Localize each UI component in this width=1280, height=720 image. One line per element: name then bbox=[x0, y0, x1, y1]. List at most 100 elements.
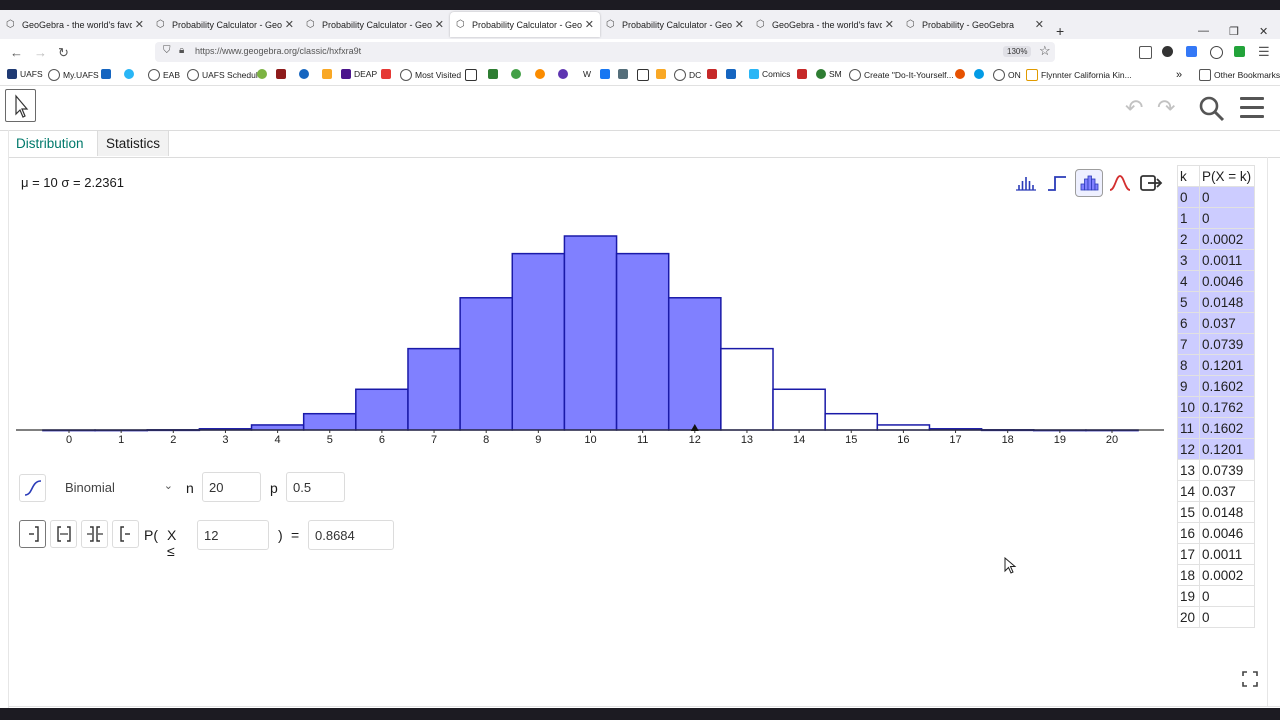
probability-table[interactable]: k P(X = k) 0 0 1 0 2 0.0002 3 0.0011 4 0.0046 5 0.0… bbox=[1177, 165, 1255, 628]
table-row[interactable]: 11 0.1602 bbox=[1177, 417, 1255, 439]
normal-overlay-button[interactable] bbox=[1106, 169, 1134, 197]
browser-tab[interactable]: ⬡ Probability Calculator - GeoGebr ✕ bbox=[600, 12, 750, 37]
table-row[interactable]: 9 0.1602 bbox=[1177, 375, 1255, 397]
url-bar[interactable]: ⛉ 🔒︎ https://www.geogebra.org/classic/hx… bbox=[155, 42, 1055, 62]
undo-icon[interactable]: ↶ bbox=[1125, 95, 1143, 121]
bookmark-item[interactable] bbox=[511, 69, 524, 79]
bookmark-item[interactable] bbox=[101, 69, 114, 79]
table-row[interactable]: 10 0.1762 bbox=[1177, 396, 1255, 418]
forward-icon[interactable]: → bbox=[34, 45, 47, 60]
histogram-button[interactable] bbox=[1075, 169, 1103, 197]
back-icon[interactable]: ← bbox=[10, 45, 23, 60]
bookmark-star-icon[interactable]: ☆ bbox=[1039, 43, 1051, 59]
table-row[interactable]: 17 0.0011 bbox=[1177, 543, 1255, 565]
bookmark-item[interactable] bbox=[299, 69, 312, 79]
bookmark-item[interactable] bbox=[955, 69, 968, 79]
browser-tab[interactable]: ⬡ Probability Calculator - GeoGebr ✕ bbox=[150, 12, 300, 37]
table-row[interactable]: 6 0.037 bbox=[1177, 312, 1255, 334]
restore-icon[interactable]: ❐ bbox=[1229, 25, 1239, 38]
close-window-icon[interactable]: ✕ bbox=[1259, 25, 1268, 38]
bookmark-item[interactable] bbox=[797, 69, 810, 79]
browser-tab-active[interactable]: ⬡ Probability Calculator - GeoGebr ✕ bbox=[450, 12, 600, 37]
bookmark-item[interactable] bbox=[974, 69, 987, 79]
close-icon[interactable]: ✕ bbox=[285, 18, 294, 31]
close-icon[interactable]: ✕ bbox=[735, 18, 744, 31]
bookmark-item[interactable]: My.UAFS bbox=[48, 69, 99, 81]
close-icon[interactable]: ✕ bbox=[1035, 18, 1044, 31]
close-icon[interactable]: ✕ bbox=[885, 18, 894, 31]
redo-icon[interactable]: ↷ bbox=[1157, 95, 1175, 121]
bookmark-item[interactable] bbox=[600, 69, 613, 79]
browser-tab[interactable]: ⬡ GeoGebra - the world's favorite ✕ bbox=[750, 12, 900, 37]
move-tool-button[interactable] bbox=[5, 89, 36, 122]
bookmark-item[interactable]: UAFS bbox=[7, 69, 43, 79]
new-tab-icon[interactable]: + bbox=[1056, 23, 1064, 39]
table-row[interactable]: 12 0.1201 bbox=[1177, 438, 1255, 460]
bookmark-item[interactable] bbox=[124, 69, 137, 79]
table-row[interactable]: 2 0.0002 bbox=[1177, 228, 1255, 250]
table-row[interactable]: 5 0.0148 bbox=[1177, 291, 1255, 313]
bookmark-item[interactable]: Comics bbox=[749, 69, 790, 79]
bookmark-item[interactable]: UAFS Schedule bbox=[187, 69, 262, 81]
bookmark-item[interactable]: Most Visited bbox=[400, 69, 461, 81]
browser-menu-icon[interactable]: ☰ bbox=[1258, 44, 1270, 60]
bookmark-item[interactable] bbox=[488, 69, 501, 79]
bookmark-item[interactable] bbox=[726, 69, 739, 79]
fullscreen-icon[interactable] bbox=[1242, 671, 1258, 687]
extension-icon[interactable] bbox=[1186, 46, 1197, 57]
tab-distribution[interactable]: Distribution bbox=[8, 130, 92, 156]
table-row[interactable]: 18 0.0002 bbox=[1177, 564, 1255, 586]
export-button[interactable] bbox=[1137, 169, 1165, 197]
extension-icon[interactable] bbox=[1210, 46, 1223, 59]
browser-tab[interactable]: ⬡ Probability Calculator - GeoGebr ✕ bbox=[300, 12, 450, 37]
browser-tab[interactable]: ⬡ GeoGebra - the world's favorite ✕ bbox=[0, 12, 150, 37]
bookmark-item[interactable] bbox=[656, 69, 669, 79]
minimize-icon[interactable]: — bbox=[1198, 25, 1209, 37]
account-icon[interactable] bbox=[1162, 46, 1173, 57]
table-row[interactable]: 15 0.0148 bbox=[1177, 501, 1255, 523]
table-row[interactable]: 00 bbox=[1177, 186, 1255, 208]
right-sided-button[interactable] bbox=[112, 520, 139, 548]
more-bookmarks-icon[interactable]: » bbox=[1176, 69, 1182, 81]
pocket-icon[interactable] bbox=[1139, 46, 1152, 59]
tab-statistics[interactable]: Statistics bbox=[97, 130, 170, 156]
two-tailed-button[interactable] bbox=[81, 520, 108, 548]
bookmark-item[interactable] bbox=[322, 69, 335, 79]
close-icon[interactable]: ✕ bbox=[135, 18, 144, 31]
search-icon[interactable] bbox=[1198, 95, 1226, 123]
cumulative-button[interactable] bbox=[1043, 169, 1071, 197]
bookmark-item[interactable]: DC bbox=[674, 69, 701, 81]
zoom-level[interactable]: 130% bbox=[1003, 46, 1032, 57]
bookmark-item[interactable]: Create "Do-It-Yourself... bbox=[849, 69, 954, 81]
bookmark-item[interactable]: ON bbox=[993, 69, 1021, 81]
table-row[interactable]: 14 0.037 bbox=[1177, 480, 1255, 502]
p-input[interactable]: 0.5 bbox=[286, 472, 345, 502]
bookmark-item[interactable]: Flynnter California Kin... bbox=[1026, 69, 1132, 81]
bookmark-item[interactable] bbox=[558, 69, 571, 79]
bookmark-item[interactable] bbox=[257, 69, 270, 79]
probability-result[interactable]: 0.8684 bbox=[308, 520, 394, 550]
n-input[interactable]: 20 bbox=[202, 472, 261, 502]
table-row[interactable]: 4 0.0046 bbox=[1177, 270, 1255, 292]
table-row[interactable]: 10 bbox=[1177, 207, 1255, 229]
table-row[interactable]: 16 0.0046 bbox=[1177, 522, 1255, 544]
left-sided-button[interactable] bbox=[19, 520, 46, 548]
other-bookmarks[interactable]: Other Bookmarks bbox=[1199, 69, 1280, 81]
table-row[interactable]: 7 0.0739 bbox=[1177, 333, 1255, 355]
cumulative-toggle-button[interactable] bbox=[19, 474, 46, 502]
extension-icon[interactable] bbox=[1234, 46, 1245, 57]
reload-icon[interactable]: ↻ bbox=[58, 45, 69, 61]
table-row[interactable]: 19 0 bbox=[1177, 585, 1255, 607]
distribution-chart[interactable]: 0 1 2 3 4 5 6 7 8 9 10 11 12 13 14 15 16 17 18 19 20 bbox=[10, 210, 1170, 454]
browser-tab[interactable]: ⬡ Probability - GeoGebra ✕ bbox=[900, 12, 1050, 37]
bookmark-item[interactable] bbox=[618, 69, 631, 79]
bookmark-item[interactable]: W bbox=[583, 69, 591, 79]
bookmark-item[interactable] bbox=[707, 69, 720, 79]
table-row[interactable]: 3 0.0011 bbox=[1177, 249, 1255, 271]
close-icon[interactable]: ✕ bbox=[585, 18, 594, 31]
bookmark-item[interactable]: DEAP bbox=[341, 69, 377, 79]
interval-button[interactable] bbox=[50, 520, 77, 548]
table-row[interactable]: 8 0.1201 bbox=[1177, 354, 1255, 376]
bookmark-item[interactable] bbox=[535, 69, 548, 79]
bookmark-item[interactable]: EAB bbox=[148, 69, 180, 81]
